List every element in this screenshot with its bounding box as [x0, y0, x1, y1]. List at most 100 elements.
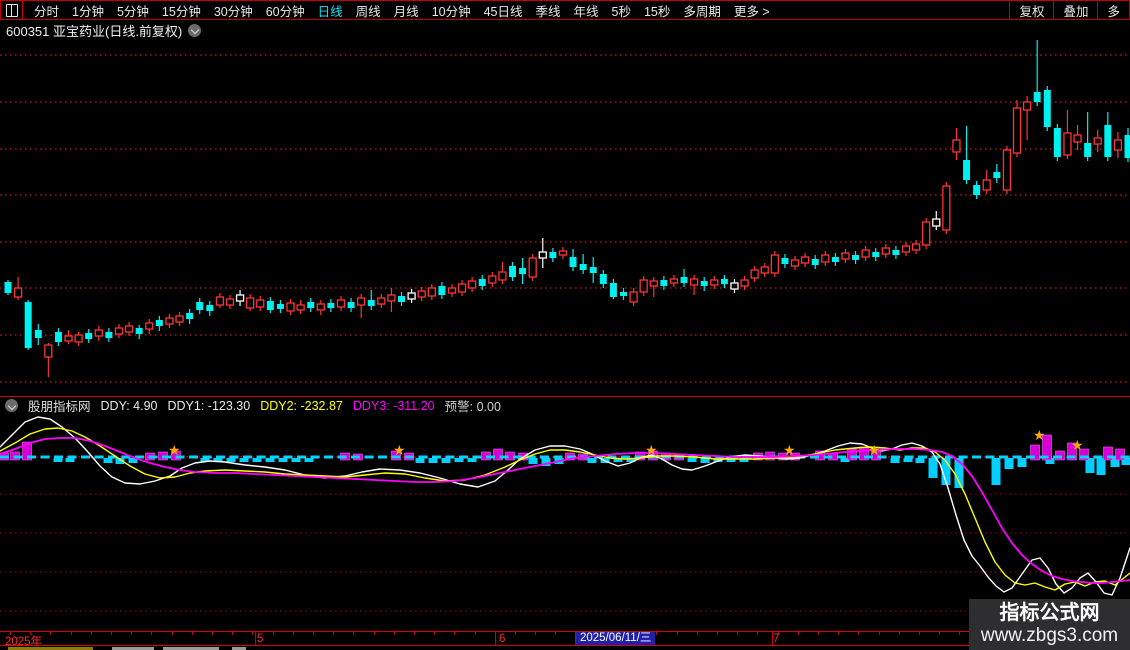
- ddy-bar-down: [104, 458, 113, 463]
- candle-body: [963, 160, 970, 180]
- candle-body: [1014, 108, 1021, 153]
- axis-tick: [111, 632, 112, 635]
- candle-body: [670, 279, 677, 283]
- candle-body: [620, 292, 627, 296]
- candle-body: [398, 296, 405, 302]
- ddy-indicator-chart[interactable]: ★★★★★★★: [0, 414, 1130, 631]
- candle-body: [630, 292, 637, 302]
- clipped-text-fragment: [112, 647, 154, 650]
- period-tab-15分钟[interactable]: 15分钟: [162, 1, 201, 20]
- candle-body: [45, 345, 52, 357]
- axis-tick: [273, 632, 274, 635]
- window-layout-icon: [6, 4, 18, 17]
- period-tab-5分钟[interactable]: 5分钟: [117, 1, 149, 20]
- axis-tick: [656, 632, 657, 635]
- axis-tick: [374, 632, 375, 635]
- candle-body: [15, 288, 22, 297]
- period-toolbar: 分时 1分钟 5分钟 15分钟 30分钟 60分钟日线周线月线 10分钟 45日线季线年线 5秒…: [0, 0, 1130, 20]
- axis-tick: [353, 632, 354, 635]
- candle-body: [277, 304, 284, 309]
- period-tab-年线[interactable]: 年线: [574, 1, 599, 20]
- axis-tick: [50, 632, 51, 635]
- signal-star-icon: ★: [168, 443, 181, 459]
- candle-body: [549, 252, 556, 258]
- candle-body: [923, 222, 930, 245]
- candle-body: [196, 302, 203, 310]
- candle-body: [206, 305, 213, 311]
- ddy-bar-down: [227, 458, 236, 462]
- axis-tick: [394, 632, 395, 635]
- period-tab-多周期[interactable]: 多周期: [683, 1, 721, 20]
- candle-body: [448, 288, 455, 293]
- axis-tick: [899, 632, 900, 635]
- period-tab-60分钟[interactable]: 60分钟: [266, 1, 305, 20]
- axis-tick: [677, 632, 678, 635]
- axis-tick: [212, 632, 213, 635]
- toolbar-button-叠加[interactable]: 叠加: [1053, 1, 1097, 19]
- watermark-badge: 指标公式网 www.zbgs3.com: [969, 599, 1130, 650]
- period-tab-45日线[interactable]: 45日线: [484, 1, 523, 20]
- candle-body: [95, 330, 102, 336]
- ddy-bar-down: [588, 458, 597, 463]
- indicator-chevron-down-icon[interactable]: [5, 399, 18, 412]
- indicator-gridlines: [0, 494, 1130, 611]
- candles: [5, 40, 1130, 377]
- candle-body: [115, 328, 122, 334]
- period-tab-更多 >[interactable]: 更多 >: [734, 1, 770, 20]
- ddy-bar-down: [904, 458, 913, 462]
- candle-body: [983, 180, 990, 190]
- candle-body: [650, 281, 657, 286]
- candlestick-chart[interactable]: [0, 40, 1130, 396]
- period-tab-5秒[interactable]: 5秒: [612, 1, 631, 20]
- indicator-value-DDY: DDY: 4.90: [101, 399, 158, 413]
- axis-tick: [475, 632, 476, 635]
- period-tab-30分钟[interactable]: 30分钟: [214, 1, 253, 20]
- candle-body: [469, 281, 476, 288]
- date-axis[interactable]: 2025年562025/06/11/三7: [0, 631, 1130, 646]
- axis-tick: [555, 632, 556, 635]
- period-tab-月线[interactable]: 月线: [394, 1, 419, 20]
- candle-body: [892, 250, 899, 255]
- axis-tick: [515, 632, 516, 635]
- candle-body: [479, 279, 486, 286]
- period-tab-周线[interactable]: 周线: [356, 1, 381, 20]
- period-tab-1分钟[interactable]: 1分钟: [72, 1, 104, 20]
- period-tab-日线[interactable]: 日线: [318, 1, 343, 20]
- indicator-value-预警: 预警: 0.00: [445, 396, 501, 415]
- ddy-bar-down: [529, 458, 538, 464]
- period-tab-季线[interactable]: 季线: [536, 1, 561, 20]
- indicator-value-DDY3: DDY3: -311.20: [353, 399, 435, 413]
- ddy-bar-down: [66, 458, 75, 462]
- toolbar-button-复权[interactable]: 复权: [1009, 1, 1053, 19]
- axis-tick: [131, 632, 132, 635]
- chevron-down-icon[interactable]: [188, 24, 201, 37]
- candle-body: [5, 282, 12, 293]
- period-tab-分时[interactable]: 分时: [34, 1, 59, 20]
- candle-body: [781, 258, 788, 264]
- indicator-header: 股朋指标网 DDY: 4.90DDY1: -123.30DDY2: -232.8…: [0, 396, 1130, 414]
- toolbar-button-多[interactable]: 多: [1097, 1, 1129, 19]
- axis-date-label: 7: [773, 633, 779, 645]
- candle-body: [378, 298, 385, 304]
- candle-body: [136, 328, 143, 334]
- axis-tick: [697, 632, 698, 635]
- window-layout-button[interactable]: [1, 1, 23, 19]
- candle-body: [1044, 90, 1051, 127]
- candle-body: [1054, 128, 1061, 157]
- candle-body: [570, 257, 577, 267]
- candle-body: [85, 333, 92, 339]
- period-tab-10分钟[interactable]: 10分钟: [432, 1, 471, 20]
- candle-body: [408, 293, 415, 299]
- period-tab-15秒[interactable]: 15秒: [644, 1, 670, 20]
- toolbar-right-buttons: 复权叠加多: [1009, 1, 1129, 19]
- candle-body: [459, 284, 466, 292]
- ddy-bar-down: [253, 458, 262, 462]
- candle-body: [903, 246, 910, 252]
- axis-tick: [313, 632, 314, 635]
- candle-body: [842, 253, 849, 259]
- clipped-text-fragment: [8, 647, 93, 650]
- ddy-bar-down: [292, 458, 301, 462]
- signal-star-icon: ★: [1071, 438, 1084, 454]
- candle-body: [519, 268, 526, 274]
- indicator-value-DDY2: DDY2: -232.87: [260, 399, 343, 413]
